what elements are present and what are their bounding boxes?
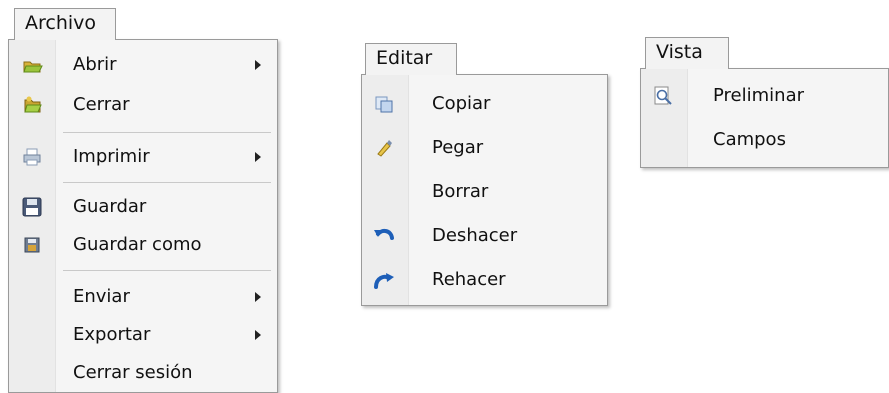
menu-item-abrir[interactable]: Abrir xyxy=(9,46,277,84)
editar-menu-tab[interactable]: Editar xyxy=(365,43,457,75)
menu-item-label: Guardar xyxy=(73,196,147,217)
editar-dropdown: Copiar Pegar Borrar Deshacer Rehacer xyxy=(361,74,608,306)
menu-item-label: Borrar xyxy=(432,181,489,202)
menu-item-cerrar-sesion[interactable]: Cerrar sesión xyxy=(9,354,277,392)
paste-icon xyxy=(373,137,395,159)
menu-item-guardar[interactable]: Guardar xyxy=(9,188,277,226)
menu-item-pegar[interactable]: Pegar xyxy=(362,129,607,167)
archivo-dropdown: Abrir Cerrar Imprimir Guardar Guardar co… xyxy=(8,39,278,393)
menu-item-label: Campos xyxy=(713,129,786,150)
open-folder-icon xyxy=(21,54,43,76)
menu-item-label: Imprimir xyxy=(73,146,150,167)
menu-item-preliminar[interactable]: Preliminar xyxy=(641,77,888,115)
menu-item-copiar[interactable]: Copiar xyxy=(362,85,607,123)
magnifier-icon xyxy=(652,85,674,107)
menu-item-label: Pegar xyxy=(432,137,484,158)
menu-item-borrar[interactable]: Borrar xyxy=(362,173,607,211)
redo-icon xyxy=(372,269,394,291)
submenu-arrow-icon xyxy=(255,292,261,302)
menu-separator xyxy=(63,270,271,271)
menu-item-exportar[interactable]: Exportar xyxy=(9,316,277,354)
undo-icon xyxy=(372,225,394,247)
menu-item-label: Copiar xyxy=(432,93,491,114)
menu-item-label: Enviar xyxy=(73,286,130,307)
menu-item-guardar-como[interactable]: Guardar como xyxy=(9,226,277,264)
menu-item-deshacer[interactable]: Deshacer xyxy=(362,217,607,255)
menu-item-rehacer[interactable]: Rehacer xyxy=(362,261,607,299)
copy-icon xyxy=(373,93,395,115)
menu-item-enviar[interactable]: Enviar xyxy=(9,278,277,316)
vista-menu-tab[interactable]: Vista xyxy=(645,37,729,69)
menu-item-label: Preliminar xyxy=(713,85,804,106)
menu-item-label: Abrir xyxy=(73,54,117,75)
menu-separator xyxy=(63,132,271,133)
archivo-menu-tab[interactable]: Archivo xyxy=(14,8,116,40)
vista-dropdown: Preliminar Campos xyxy=(640,68,889,168)
floppy-disk-icon xyxy=(21,196,43,218)
submenu-arrow-icon xyxy=(255,330,261,340)
close-file-icon xyxy=(21,94,43,116)
menu-item-label: Deshacer xyxy=(432,225,518,246)
vista-tab-label: Vista xyxy=(656,41,703,63)
printer-icon xyxy=(21,146,43,168)
menu-item-label: Cerrar sesión xyxy=(73,362,193,383)
menu-item-label: Guardar como xyxy=(73,234,202,255)
menu-item-imprimir[interactable]: Imprimir xyxy=(9,138,277,176)
submenu-arrow-icon xyxy=(255,60,261,70)
menu-item-campos[interactable]: Campos xyxy=(641,121,888,159)
menu-separator xyxy=(63,182,271,183)
menu-item-cerrar[interactable]: Cerrar xyxy=(9,86,277,124)
menu-item-label: Exportar xyxy=(73,324,151,345)
editar-tab-label: Editar xyxy=(376,47,433,69)
submenu-arrow-icon xyxy=(255,152,261,162)
menu-item-label: Cerrar xyxy=(73,94,130,115)
archivo-tab-label: Archivo xyxy=(25,12,97,34)
menu-item-label: Rehacer xyxy=(432,269,506,290)
save-as-icon xyxy=(21,234,43,256)
